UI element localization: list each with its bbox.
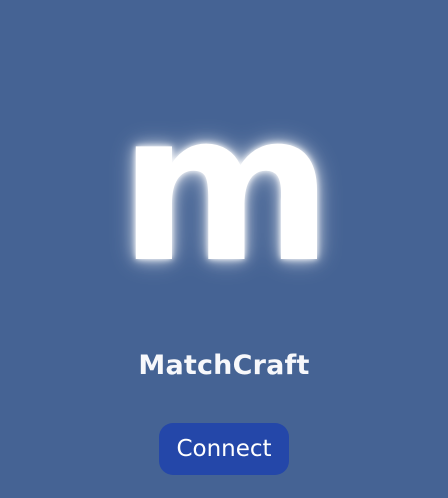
welcome-screen: m MatchCraft Connect bbox=[0, 0, 448, 498]
connect-button[interactable]: Connect bbox=[159, 423, 289, 475]
app-title: MatchCraft bbox=[138, 350, 310, 381]
app-logo: m bbox=[118, 68, 334, 308]
